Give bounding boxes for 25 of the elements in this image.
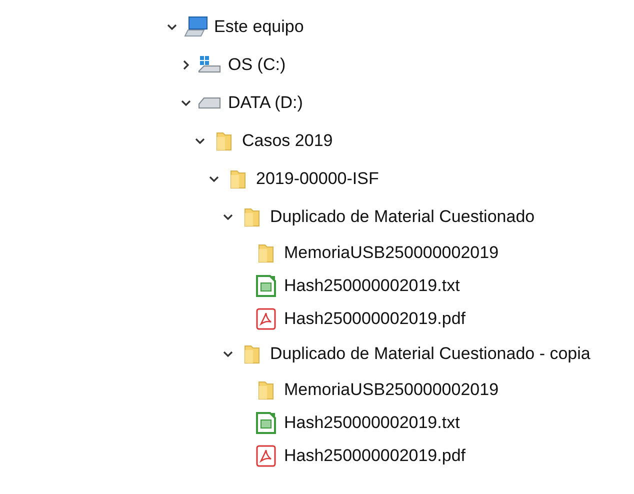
pdf-icon [256, 308, 276, 330]
folder-icon [230, 169, 246, 189]
tree-item[interactable]: Este equipo [214, 17, 304, 37]
tree-item[interactable]: MemoriaUSB250000002019 [284, 380, 499, 400]
pdf-icon [256, 444, 276, 466]
folder-icon [216, 131, 232, 151]
folder-icon [258, 380, 274, 400]
tree-item[interactable]: DATA (D:) [228, 93, 303, 113]
tree-item[interactable]: Duplicado de Material Cuestionado - copia [270, 344, 590, 364]
tree-item[interactable]: MemoriaUSB250000002019 [284, 242, 499, 262]
folder-icon [244, 344, 260, 364]
tree-item[interactable]: OS (C:) [228, 55, 286, 75]
folder-icon [258, 242, 274, 262]
computer-icon [184, 16, 208, 38]
tree-item[interactable]: Hash250000002019.pdf [284, 446, 466, 466]
spreadsheet-icon [256, 274, 276, 296]
tree-item[interactable]: 2019-00000-ISF [256, 169, 379, 189]
folder-icon [244, 207, 260, 227]
drive-icon [198, 96, 222, 110]
tree-item[interactable]: Casos 2019 [242, 131, 333, 151]
tree-item[interactable]: Hash250000002019.txt [284, 276, 460, 296]
tree-item[interactable]: Duplicado de Material Cuestionado [270, 207, 535, 227]
tree-item[interactable]: Hash250000002019.txt [284, 412, 460, 432]
spreadsheet-icon [256, 412, 276, 434]
tree-item[interactable]: Hash250000002019.pdf [284, 308, 466, 328]
